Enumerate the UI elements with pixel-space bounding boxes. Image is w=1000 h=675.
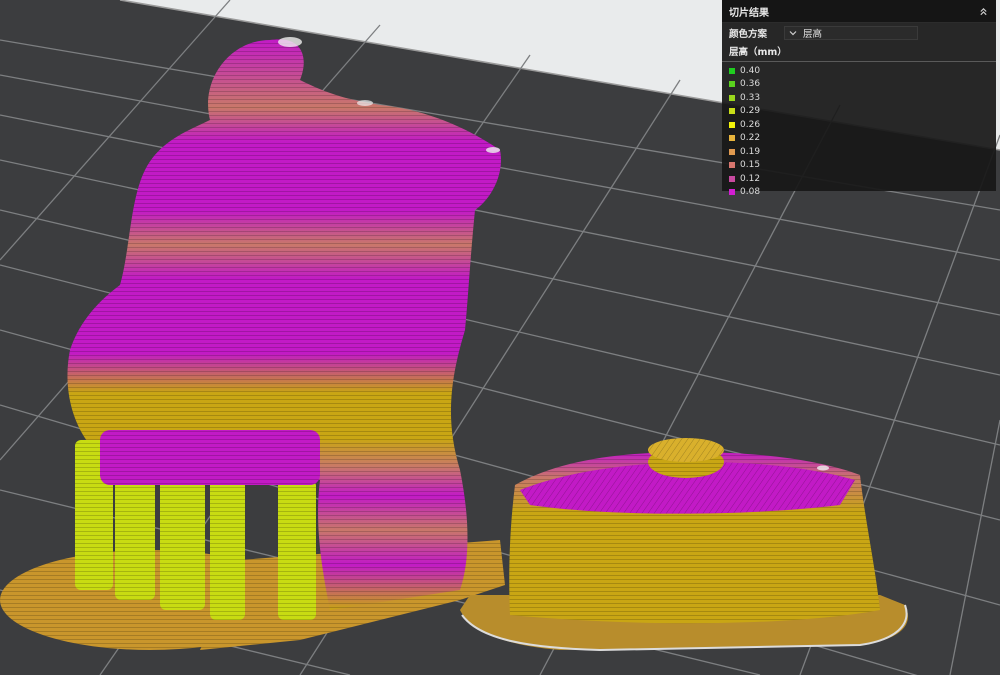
chevron-up-double-icon bbox=[979, 7, 987, 15]
chevron-down-icon bbox=[789, 30, 797, 36]
legend-swatch bbox=[729, 135, 735, 142]
legend-swatch bbox=[729, 148, 735, 155]
legend-swatch bbox=[729, 175, 735, 182]
legend-title: 层高（mm） bbox=[722, 42, 996, 62]
legend-value: 0.15 bbox=[740, 160, 761, 171]
legend-value: 0.12 bbox=[740, 173, 761, 184]
legend-swatch bbox=[729, 67, 735, 74]
legend-value: 0.40 bbox=[740, 65, 761, 76]
legend-item: 0.15 bbox=[729, 159, 996, 173]
legend-item: 0.36 bbox=[729, 78, 996, 92]
legend-swatch bbox=[729, 121, 735, 128]
legend-value: 0.22 bbox=[740, 133, 761, 144]
legend-item: 0.12 bbox=[729, 172, 996, 186]
legend-list: 0.40 0.36 0.33 0.29 0.26 0.22 0.19 0.15 … bbox=[722, 62, 996, 199]
legend-item: 0.33 bbox=[729, 91, 996, 105]
legend-item: 0.29 bbox=[729, 105, 996, 119]
collapse-button[interactable] bbox=[976, 4, 990, 18]
legend-value: 0.19 bbox=[740, 146, 761, 157]
panel-title: 切片结果 bbox=[729, 7, 769, 19]
legend-value: 0.29 bbox=[740, 106, 761, 117]
legend-item: 0.26 bbox=[729, 118, 996, 132]
legend-swatch bbox=[729, 81, 735, 88]
legend-item: 0.08 bbox=[729, 186, 996, 200]
legend-item: 0.19 bbox=[729, 145, 996, 159]
legend-item: 0.22 bbox=[729, 132, 996, 146]
panel-header: 切片结果 bbox=[722, 0, 996, 23]
color-scheme-select[interactable]: 层高 bbox=[784, 26, 918, 40]
color-scheme-label: 颜色方案 bbox=[729, 29, 768, 40]
legend-value: 0.33 bbox=[740, 92, 761, 103]
legend-value: 0.08 bbox=[740, 187, 761, 198]
slice-result-panel: 切片结果 颜色方案 层高 层高（mm） 0.40 0.36 0.33 0.29 … bbox=[722, 0, 996, 197]
color-scheme-row: 颜色方案 层高 bbox=[722, 24, 996, 42]
legend-swatch bbox=[729, 189, 735, 196]
legend-swatch bbox=[729, 108, 735, 115]
legend-value: 0.26 bbox=[740, 119, 761, 130]
legend-item: 0.40 bbox=[729, 64, 996, 78]
legend-swatch bbox=[729, 94, 735, 101]
color-scheme-value: 层高 bbox=[803, 29, 823, 40]
legend-value: 0.36 bbox=[740, 79, 761, 90]
legend-swatch bbox=[729, 162, 735, 169]
